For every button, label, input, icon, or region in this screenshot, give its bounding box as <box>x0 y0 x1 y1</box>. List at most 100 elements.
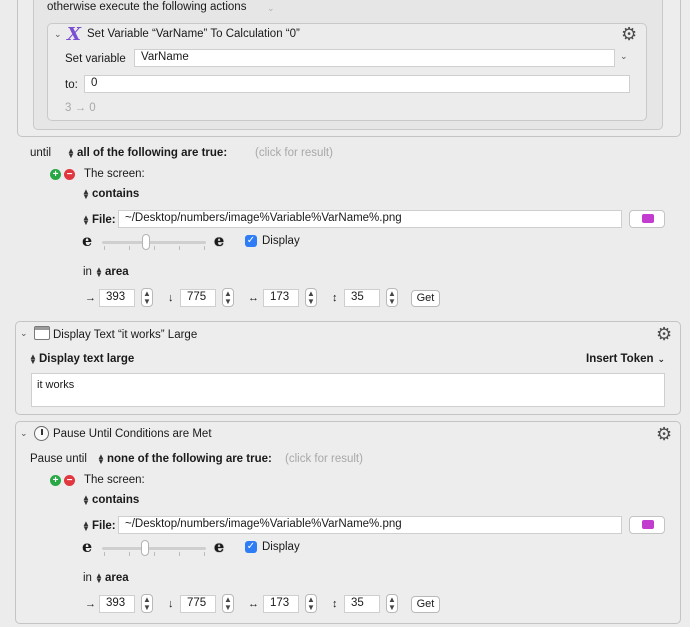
until-height-field[interactable]: 35 <box>344 289 380 307</box>
until-width-stepper[interactable]: ▲ ▼ <box>305 288 317 307</box>
pause-left-field[interactable]: 393 <box>99 595 135 613</box>
pause-disclosure-icon[interactable]: ⌄ <box>20 428 28 439</box>
pause-area-text: area <box>105 572 129 584</box>
until-height-stepper[interactable]: ▲ ▼ <box>386 288 398 307</box>
pause-left-stepper[interactable]: ▲ ▼ <box>141 594 153 613</box>
until-width-field[interactable]: 173 <box>263 289 299 307</box>
variable-name-dropdown-icon[interactable]: ⌄ <box>620 51 628 62</box>
slider-tick <box>179 246 180 250</box>
slider-tick <box>154 246 155 250</box>
pause-top-field[interactable]: 775 <box>180 595 216 613</box>
calculation-field[interactable]: 0 <box>84 75 630 93</box>
display-text-disclosure-icon[interactable]: ⌄ <box>20 328 28 339</box>
pause-match-mode-text: none of the following are true: <box>107 453 272 465</box>
pause-match-mode-popup[interactable]: ▲ ▼ none of the following are true: <box>97 451 272 466</box>
width-arrow-icon: ↔ <box>248 292 259 304</box>
popup-arrows-icon: ▲ ▼ <box>82 212 90 227</box>
pause-gear-icon[interactable]: ⚙ <box>656 425 672 443</box>
pause-file-path-field[interactable]: ~/Desktop/numbers/image%Variable%VarName… <box>118 516 622 534</box>
pause-operator-popup[interactable]: ▲ ▼ contains <box>82 492 140 507</box>
otherwise-label: otherwise execute the following actions <box>47 1 247 13</box>
until-file-label: File: <box>92 214 116 226</box>
until-operator-text: contains <box>92 188 140 200</box>
pause-width-stepper[interactable]: ▲ ▼ <box>305 594 317 613</box>
pause-operator-text: contains <box>92 494 140 506</box>
slider-tick <box>104 246 105 250</box>
popup-arrows-icon: ▲ ▼ <box>82 186 90 201</box>
until-top-stepper[interactable]: ▲ ▼ <box>222 288 234 307</box>
popup-arrows-icon: ▲ ▼ <box>95 264 103 279</box>
until-fuzziness-knob[interactable] <box>142 234 150 250</box>
display-mode-text: Display text large <box>39 353 135 365</box>
display-text-area[interactable]: it works <box>31 373 665 407</box>
folder-icon <box>642 520 654 529</box>
pause-title: Pause Until Conditions are Met <box>53 428 212 440</box>
pause-height-field[interactable]: 35 <box>344 595 380 613</box>
slider-tick <box>104 552 105 556</box>
add-condition-icon[interactable]: + <box>50 169 61 180</box>
popup-arrows-icon: ▲ ▼ <box>82 518 90 533</box>
pause-fuzziness-knob[interactable] <box>141 540 149 556</box>
variable-name-field[interactable]: VarName <box>134 49 615 67</box>
until-left-stepper[interactable]: ▲ ▼ <box>141 288 153 307</box>
pause-height-stepper[interactable]: ▲ ▼ <box>386 594 398 613</box>
otherwise-chevron-icon[interactable]: ⌄ <box>267 3 275 14</box>
slider-tick <box>129 552 130 556</box>
until-fuzziness-slider[interactable] <box>102 241 206 244</box>
display-text-title: Display Text “it works” Large <box>53 329 198 341</box>
popup-arrows-icon: ▲ ▼ <box>95 570 103 585</box>
fuzzy-low-icon: e <box>82 231 93 250</box>
display-mode-popup[interactable]: ▲ ▼ Display text large <box>29 352 135 365</box>
remove-condition-icon[interactable]: − <box>64 475 75 486</box>
popup-arrows-icon: ▲ ▼ <box>82 492 90 507</box>
display-text-window-icon <box>34 326 50 340</box>
fuzzy-high-icon: e <box>214 537 225 556</box>
remove-condition-icon[interactable]: − <box>64 169 75 180</box>
until-condition-type: The screen: <box>84 168 145 180</box>
pause-area-popup[interactable]: ▲ ▼ area <box>95 570 129 585</box>
insert-token-text: Insert Token <box>586 353 654 365</box>
slider-tick <box>179 552 180 556</box>
pause-display-checkbox[interactable]: ✓ <box>245 541 257 553</box>
until-area-popup[interactable]: ▲ ▼ area <box>95 264 129 279</box>
set-variable-disclosure-icon[interactable]: ⌄ <box>54 29 62 40</box>
until-label: until <box>30 147 52 159</box>
display-text-gear-icon[interactable]: ⚙ <box>656 325 672 343</box>
pause-until-label: Pause until <box>30 453 87 465</box>
pause-get-button[interactable]: Get <box>411 596 440 613</box>
until-get-button[interactable]: Get <box>411 290 440 307</box>
insert-token-chevron-icon: ⌄ <box>657 354 666 364</box>
add-condition-icon[interactable]: + <box>50 475 61 486</box>
until-choose-file-button[interactable] <box>629 210 665 228</box>
pause-width-field[interactable]: 173 <box>263 595 299 613</box>
pause-choose-file-button[interactable] <box>629 516 665 534</box>
pause-fuzziness-slider[interactable] <box>102 547 206 550</box>
variable-x-icon: X <box>67 24 81 45</box>
popup-arrows-icon: ▲ ▼ <box>67 145 75 160</box>
to-label: to: <box>65 79 78 91</box>
until-match-mode-text: all of the following are true: <box>77 147 228 159</box>
slider-tick <box>129 246 130 250</box>
folder-icon <box>642 214 654 223</box>
left-arrow-icon: → <box>85 598 96 610</box>
until-match-mode-popup[interactable]: ▲ ▼ all of the following are true: <box>67 145 228 160</box>
width-arrow-icon: ↔ <box>248 598 259 610</box>
pause-file-label: File: <box>92 520 116 532</box>
until-area-text: area <box>105 266 129 278</box>
until-click-for-result[interactable]: (click for result) <box>255 147 333 159</box>
until-top-field[interactable]: 775 <box>180 289 216 307</box>
until-operator-popup[interactable]: ▲ ▼ contains <box>82 186 140 201</box>
until-file-path-field[interactable]: ~/Desktop/numbers/image%Variable%VarName… <box>118 210 622 228</box>
fuzzy-low-icon: e <box>82 537 93 556</box>
set-variable-gear-icon[interactable]: ⚙ <box>621 25 637 43</box>
until-file-popup[interactable]: ▲ ▼ File: <box>82 212 116 227</box>
until-display-label: Display <box>262 235 300 247</box>
until-display-checkbox[interactable]: ✓ <box>245 235 257 247</box>
calculation-result: 3 → 0 <box>65 102 96 114</box>
pause-click-for-result[interactable]: (click for result) <box>285 453 363 465</box>
popup-arrows-icon: ▲ ▼ <box>97 451 105 466</box>
insert-token-menu[interactable]: Insert Token ⌄ <box>586 353 665 365</box>
pause-top-stepper[interactable]: ▲ ▼ <box>222 594 234 613</box>
pause-file-popup[interactable]: ▲ ▼ File: <box>82 518 116 533</box>
until-left-field[interactable]: 393 <box>99 289 135 307</box>
